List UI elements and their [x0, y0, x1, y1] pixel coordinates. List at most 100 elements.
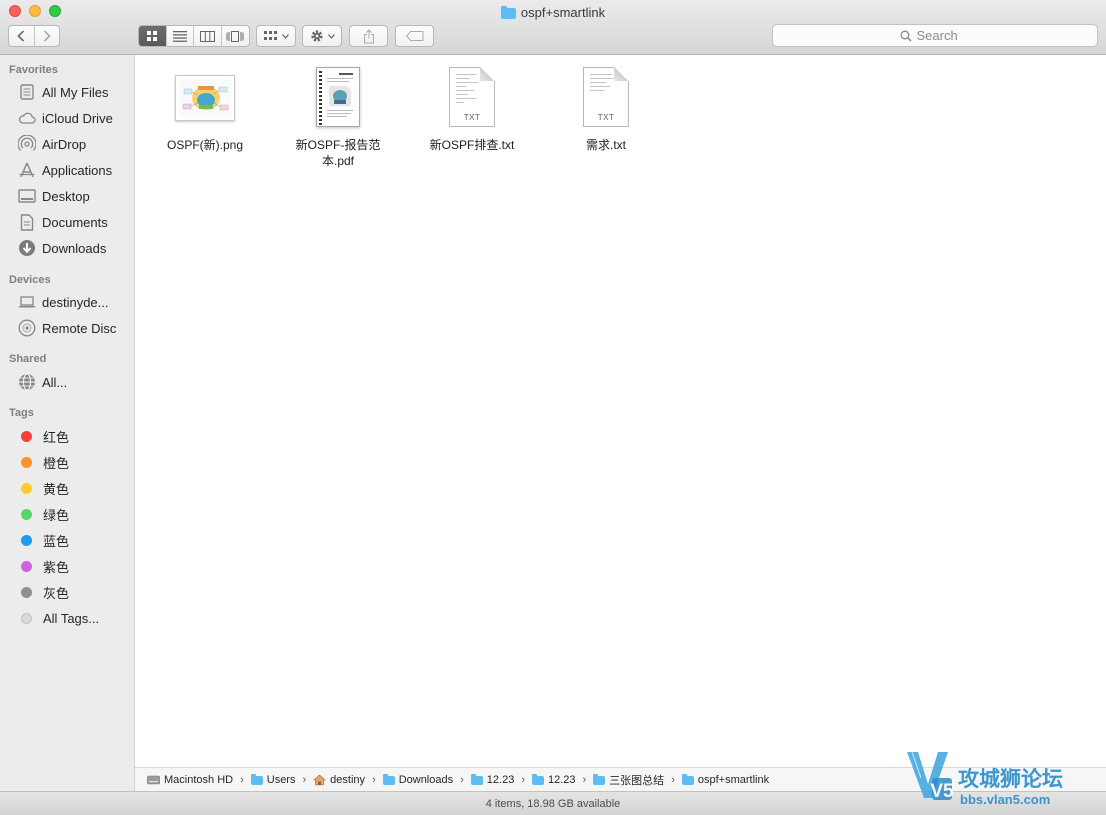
sidebar-item-label: 绿色 [43, 507, 70, 523]
txt-extension-label: TXT [597, 113, 615, 122]
sidebar-item-label: destinyde... [42, 294, 109, 310]
sidebar-item-label: Documents [42, 214, 108, 230]
sidebar-item-all-my-files[interactable]: All My Files [0, 79, 134, 105]
share-button[interactable] [349, 25, 388, 47]
path-crumb-users[interactable]: Users [250, 773, 296, 786]
network-globe-icon [18, 373, 36, 391]
laptop-icon [18, 293, 36, 311]
all-files-icon [18, 83, 36, 101]
sidebar-tag-blue[interactable]: 蓝色 [0, 527, 134, 553]
sidebar-item-all-tags[interactable]: All Tags... [0, 605, 134, 631]
sidebar-item-label: All... [42, 374, 68, 390]
action-button[interactable] [302, 25, 342, 47]
search-field[interactable] [772, 24, 1098, 47]
sidebar-item-label: Remote Disc [42, 320, 117, 336]
sidebar-item-label: 紫色 [43, 559, 70, 575]
navigation-buttons [8, 25, 60, 47]
cover-flow-view-icon [226, 30, 244, 42]
path-crumb-label: 三张图总结 [609, 774, 665, 787]
tag-color-dot [21, 534, 32, 546]
path-crumb-label: Macintosh HD [164, 773, 234, 786]
sidebar-tag-gray[interactable]: 灰色 [0, 579, 134, 605]
path-crumb-ospf-smartlink[interactable]: ospf+smartlink [681, 773, 770, 786]
sidebar-item-label: 橙色 [43, 455, 70, 471]
sidebar-favorites-header: Favorites [9, 64, 58, 76]
watermark-logo-text: V5 [930, 781, 954, 802]
file-name: OSPF(新).png [166, 138, 244, 152]
sidebar-item-label: AirDrop [42, 136, 87, 152]
sidebar-tag-green[interactable]: 绿色 [0, 501, 134, 527]
sidebar-devices-header: Devices [9, 274, 51, 286]
path-separator: › [240, 773, 244, 786]
sidebar-item-label: 蓝色 [43, 533, 70, 549]
txt-file-icon: TXT [583, 63, 629, 127]
chevron-left-icon [17, 30, 25, 42]
sidebar-item-applications[interactable]: Applications [0, 157, 134, 183]
search-icon [900, 30, 912, 42]
path-crumb-summary[interactable]: 三张图总结 [593, 772, 664, 788]
tag-color-dot [21, 560, 32, 572]
sidebar-item-label: 黄色 [43, 481, 70, 497]
path-crumb-downloads[interactable]: Downloads [382, 774, 453, 786]
arrange-button[interactable] [256, 25, 296, 47]
sidebar-item-downloads[interactable]: Downloads [0, 235, 134, 261]
sidebar-item-remote-disc[interactable]: Remote Disc [0, 315, 134, 341]
grid-arrange-icon [263, 31, 277, 40]
forward-button[interactable] [35, 26, 60, 46]
tag-icon [405, 31, 423, 41]
path-crumb-destiny[interactable]: destiny [313, 774, 365, 786]
folder-icon [500, 5, 516, 19]
sidebar-item-documents[interactable]: Documents [0, 209, 134, 235]
file-item[interactable]: OSPF(新).png [150, 63, 260, 153]
tag-color-dot [21, 430, 32, 442]
path-crumb-label: ospf+smartlink [697, 773, 770, 786]
sidebar-item-label: All Tags... [43, 610, 100, 626]
file-name: 新OSPF-报告范本.pdf [295, 138, 381, 168]
file-item[interactable]: TXT 需求.txt [551, 63, 661, 153]
all-tags-icon [21, 612, 32, 624]
documents-icon [18, 213, 36, 231]
status-text: 4 items, 18.98 GB available [485, 797, 621, 810]
back-button[interactable] [9, 26, 35, 46]
gear-icon [310, 30, 323, 42]
txt-file-icon: TXT [449, 63, 495, 127]
sidebar-item-label: Desktop [42, 188, 90, 204]
path-crumb-12-23[interactable]: 12.23 [470, 774, 514, 786]
path-crumb-12-23-inner[interactable]: 12.23 [531, 774, 576, 786]
sidebar-item-icloud-drive[interactable]: iCloud Drive [0, 105, 134, 131]
window-title-text: ospf+smartlink [520, 4, 606, 20]
window-toolbar: ospf+smartlink [0, 0, 1106, 55]
sidebar-tag-orange[interactable]: 橙色 [0, 449, 134, 475]
file-name: 新OSPF排查.txt [429, 138, 515, 152]
path-crumb-macintosh-hd[interactable]: Macintosh HD [147, 774, 233, 786]
path-separator: › [671, 773, 675, 786]
sidebar-item-shared-all[interactable]: All... [0, 369, 134, 395]
home-icon [313, 774, 326, 785]
list-view-button[interactable] [167, 26, 194, 46]
edit-tags-button[interactable] [395, 25, 434, 47]
column-view-button[interactable] [194, 26, 222, 46]
watermark-url: bbs.vlan5.com [960, 792, 1050, 807]
sidebar-item-destinyde[interactable]: destinyde... [0, 289, 134, 315]
file-browser-area: OSPF(新).png 新OSPF-报告范本.pdf TXT 新OSPF排查.t… [135, 55, 1106, 767]
sidebar-item-label: 红色 [43, 429, 70, 445]
sidebar-tag-purple[interactable]: 紫色 [0, 553, 134, 579]
pdf-file-icon [316, 63, 360, 127]
chevron-down-icon [281, 33, 289, 39]
search-input[interactable] [916, 28, 971, 43]
path-crumb-label: Users [266, 773, 296, 786]
cover-flow-view-button[interactable] [222, 26, 249, 46]
column-view-icon [199, 30, 215, 42]
icon-view-button[interactable] [139, 26, 167, 46]
sidebar-tag-red[interactable]: 红色 [0, 423, 134, 449]
file-name: 需求.txt [585, 138, 626, 152]
file-item[interactable]: TXT 新OSPF排查.txt [417, 63, 527, 153]
file-item[interactable]: 新OSPF-报告范本.pdf [283, 63, 393, 169]
folder-icon [470, 774, 483, 785]
sidebar-item-desktop[interactable]: Desktop [0, 183, 134, 209]
view-mode-control [138, 25, 250, 47]
sidebar-tag-yellow[interactable]: 黄色 [0, 475, 134, 501]
sidebar-item-airdrop[interactable]: AirDrop [0, 131, 134, 157]
chevron-down-icon [327, 33, 335, 39]
tag-color-dot [21, 456, 32, 468]
